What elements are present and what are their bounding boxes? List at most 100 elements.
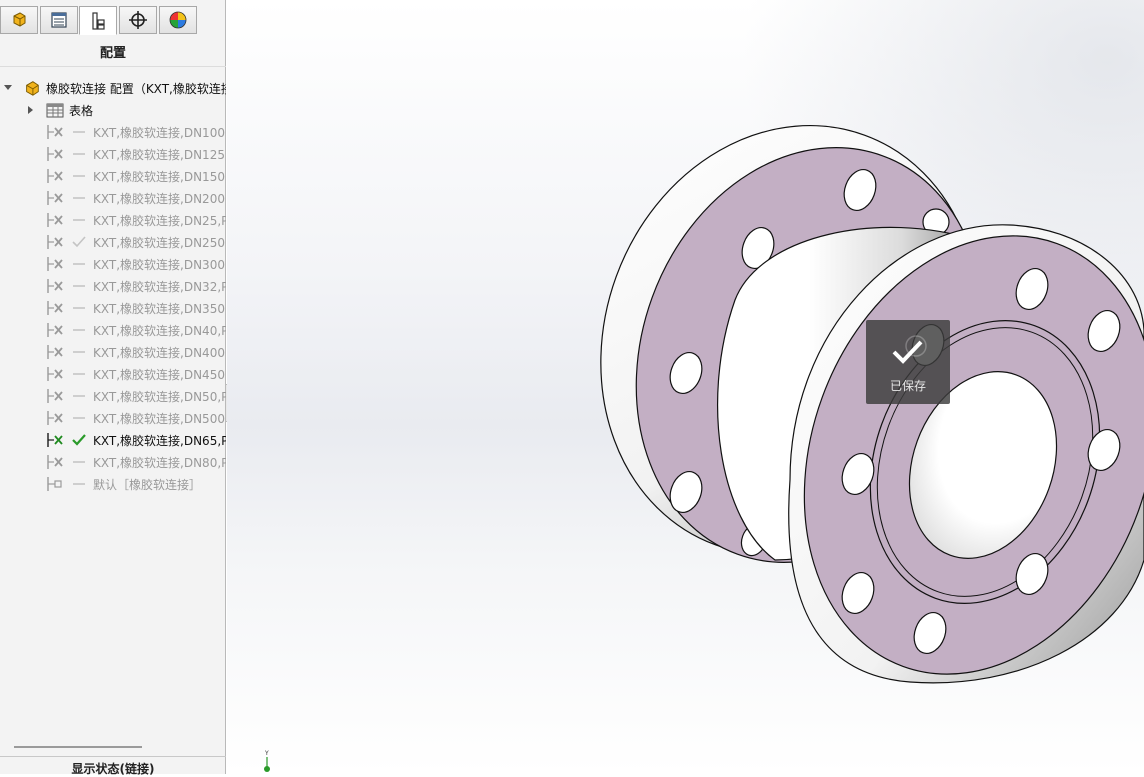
default-config-icon: [47, 477, 62, 491]
dash-icon: [73, 131, 85, 133]
configuration-label: KXT,橡胶软连接,DN80,P: [93, 456, 226, 470]
derived-config-icon: [47, 125, 63, 139]
dash-icon: [73, 263, 85, 265]
tab-configuration-manager[interactable]: [79, 6, 117, 35]
dash-icon: [73, 417, 85, 419]
configuration-manager-panel: 配置 橡胶软连接 配置（KXT,橡胶软连接表格 KXT,橡胶软连接,DN100, K…: [0, 0, 226, 777]
divider: [0, 66, 226, 67]
saved-notification: 已保存: [866, 320, 950, 404]
dash-icon: [73, 175, 85, 177]
derived-config-icon: [47, 433, 63, 447]
manager-tabs: [0, 6, 226, 35]
configuration-item[interactable]: KXT,橡胶软连接,DN125,: [0, 143, 226, 165]
configuration-label: KXT,橡胶软连接,DN250,: [93, 236, 226, 250]
configuration-item[interactable]: KXT,橡胶软连接,DN250,: [0, 231, 226, 253]
tree-item-label: 表格: [69, 104, 94, 118]
configuration-label: KXT,橡胶软连接,DN400,: [93, 346, 226, 360]
configuration-item[interactable]: 默认［橡胶软连接］: [0, 473, 226, 495]
reference-triad-icon: Y: [264, 750, 270, 772]
table-folder-icon: [46, 103, 64, 118]
tab-feature-manager[interactable]: [0, 6, 38, 34]
active-checkmark-icon: [72, 434, 86, 446]
derived-config-icon: [47, 257, 63, 271]
dash-icon: [73, 483, 85, 485]
configuration-label: KXT,橡胶软连接,DN200,: [93, 192, 226, 206]
splitter-handle[interactable]: [14, 746, 142, 748]
configuration-label: KXT,橡胶软连接,DN450,: [93, 368, 226, 382]
tree-item-tables[interactable]: 表格: [0, 99, 226, 121]
property-manager-icon: [51, 12, 67, 28]
dash-icon: [73, 285, 85, 287]
configuration-label: KXT,橡胶软连接,DN500,: [93, 412, 226, 426]
derived-config-icon: [47, 411, 63, 425]
dash-icon: [73, 461, 85, 463]
part-icon: [26, 81, 39, 96]
configuration-label: KXT,橡胶软连接,DN100,: [93, 126, 226, 140]
configuration-label: KXT,橡胶软连接,DN150,: [93, 170, 226, 184]
configuration-label: KXT,橡胶软连接,DN25,P: [93, 214, 226, 228]
derived-config-icon: [47, 455, 63, 469]
configuration-item[interactable]: KXT,橡胶软连接,DN150,: [0, 165, 226, 187]
configuration-label: KXT,橡胶软连接,DN65,P: [93, 434, 226, 448]
dash-icon: [73, 373, 85, 375]
configuration-manager-icon: [92, 11, 105, 30]
configuration-tree: 橡胶软连接 配置（KXT,橡胶软连接表格 KXT,橡胶软连接,DN100, KXT,…: [0, 77, 226, 495]
configuration-label: 默认［橡胶软连接］: [93, 478, 202, 492]
tree-root-label: 橡胶软连接 配置（KXT,橡胶软连接: [46, 82, 226, 96]
configuration-item[interactable]: KXT,橡胶软连接,DN200,: [0, 187, 226, 209]
display-manager-icon: [169, 11, 187, 29]
derived-config-icon: [47, 389, 63, 403]
triad-axis-label: Y: [264, 750, 269, 757]
dash-icon: [73, 219, 85, 221]
derived-config-icon: [47, 367, 63, 381]
feature-manager-icon: [13, 12, 26, 27]
dash-icon: [73, 329, 85, 331]
tab-display-manager[interactable]: [159, 6, 197, 34]
derived-config-icon: [47, 301, 63, 315]
expand-right-icon[interactable]: [28, 106, 34, 114]
configuration-label: KXT,橡胶软连接,DN300,: [93, 258, 226, 272]
derived-config-icon: [47, 323, 63, 337]
configuration-item[interactable]: KXT,橡胶软连接,DN350,: [0, 297, 226, 319]
dash-icon: [73, 153, 85, 155]
configuration-item[interactable]: KXT,橡胶软连接,DN65,P: [0, 429, 226, 451]
saved-text: 已保存: [889, 379, 926, 393]
expand-down-icon[interactable]: [4, 85, 12, 91]
configuration-item[interactable]: KXT,橡胶软连接,DN50,P: [0, 385, 226, 407]
configuration-label: KXT,橡胶软连接,DN350,: [93, 302, 226, 316]
configuration-item[interactable]: KXT,橡胶软连接,DN450,: [0, 363, 226, 385]
configuration-item[interactable]: KXT,橡胶软连接,DN32,P: [0, 275, 226, 297]
tree-root-part[interactable]: 橡胶软连接 配置（KXT,橡胶软连接: [0, 77, 226, 99]
configuration-item[interactable]: KXT,橡胶软连接,DN40,P: [0, 319, 226, 341]
configuration-item[interactable]: KXT,橡胶软连接,DN25,P: [0, 209, 226, 231]
configuration-label: KXT,橡胶软连接,DN32,P: [93, 280, 226, 294]
panel-title: 配置: [99, 46, 126, 61]
derived-config-icon: [47, 279, 63, 293]
checkmark-icon: [892, 335, 927, 364]
configuration-item[interactable]: KXT,橡胶软连接,DN100,: [0, 121, 226, 143]
derived-config-icon: [47, 213, 63, 227]
tab-dimxpert-manager[interactable]: [119, 6, 157, 34]
derived-config-icon: [47, 345, 63, 359]
configuration-label: KXT,橡胶软连接,DN50,P: [93, 390, 226, 404]
checkmark-icon: [72, 236, 86, 248]
derived-config-icon: [47, 147, 63, 161]
derived-config-icon: [47, 235, 63, 249]
dash-icon: [73, 395, 85, 397]
configuration-label: KXT,橡胶软连接,DN125,: [93, 148, 226, 162]
display-state-header[interactable]: 显示状态(链接): [0, 760, 226, 777]
divider: [0, 756, 226, 757]
rubber-joint-model[interactable]: [227, 0, 1144, 774]
dimxpert-manager-icon: [129, 11, 147, 29]
dash-icon: [73, 351, 85, 353]
configuration-item[interactable]: KXT,橡胶软连接,DN400,: [0, 341, 226, 363]
tab-property-manager[interactable]: [40, 6, 78, 34]
configuration-item[interactable]: KXT,橡胶软连接,DN500,: [0, 407, 226, 429]
dash-icon: [73, 197, 85, 199]
configuration-item[interactable]: KXT,橡胶软连接,DN300,: [0, 253, 226, 275]
configuration-item[interactable]: KXT,橡胶软连接,DN80,P: [0, 451, 226, 473]
graphics-viewport[interactable]: 已保存 Y: [227, 0, 1144, 774]
configuration-label: KXT,橡胶软连接,DN40,P: [93, 324, 226, 338]
derived-config-icon: [47, 191, 63, 205]
dash-icon: [73, 307, 85, 309]
